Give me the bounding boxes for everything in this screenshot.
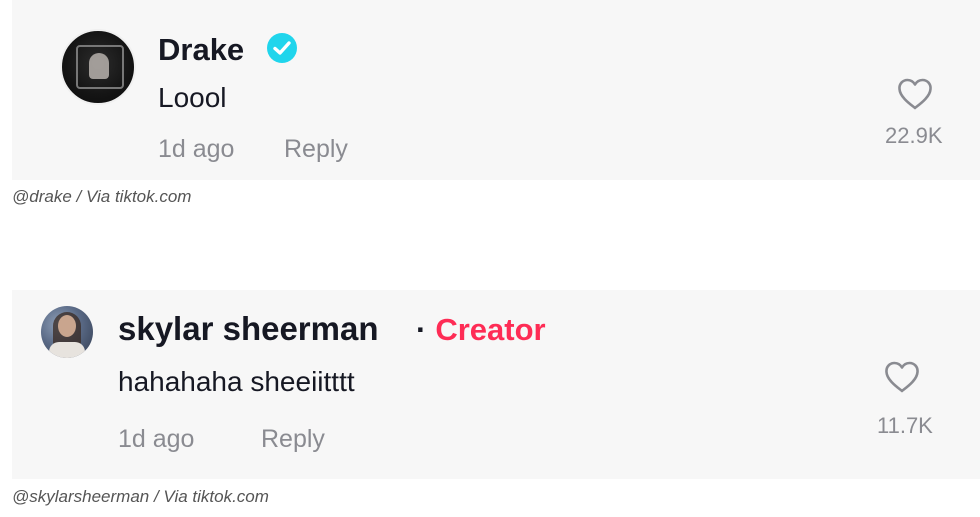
comment-text: Loool <box>158 82 227 113</box>
comment-username[interactable]: Drake <box>158 32 244 68</box>
reply-button[interactable]: Reply <box>261 425 325 454</box>
comment-card: skylar sheerman · Creator hahahaha sheeii… <box>12 290 980 479</box>
like-count: 22.9K <box>885 123 943 148</box>
image-credit: @drake / Via tiktok.com <box>12 187 192 206</box>
comment-username[interactable]: skylar sheerman <box>118 310 379 348</box>
creator-label: · Creator <box>416 312 546 348</box>
image-credit: @skylarsheerman / Via tiktok.com <box>12 487 269 506</box>
separator-dot: · <box>416 312 427 347</box>
like-count: 11.7K <box>877 413 933 438</box>
avatar[interactable] <box>41 306 93 358</box>
comment-timestamp: 1d ago <box>118 425 195 453</box>
comment-text: hahahaha sheeiitttt <box>118 366 355 397</box>
avatar-shirt <box>49 342 85 358</box>
heart-icon[interactable] <box>896 77 934 111</box>
reply-button[interactable]: Reply <box>284 135 348 164</box>
avatar-face <box>58 315 76 337</box>
creator-badge: Creator <box>435 312 546 347</box>
avatar-figure <box>89 53 109 79</box>
verified-check-icon <box>267 33 297 63</box>
heart-icon[interactable] <box>883 360 921 394</box>
comment-card: Drake Loool 1d ago Reply 22.9K <box>12 0 980 180</box>
comment-timestamp: 1d ago <box>158 135 235 163</box>
avatar[interactable] <box>60 29 136 105</box>
